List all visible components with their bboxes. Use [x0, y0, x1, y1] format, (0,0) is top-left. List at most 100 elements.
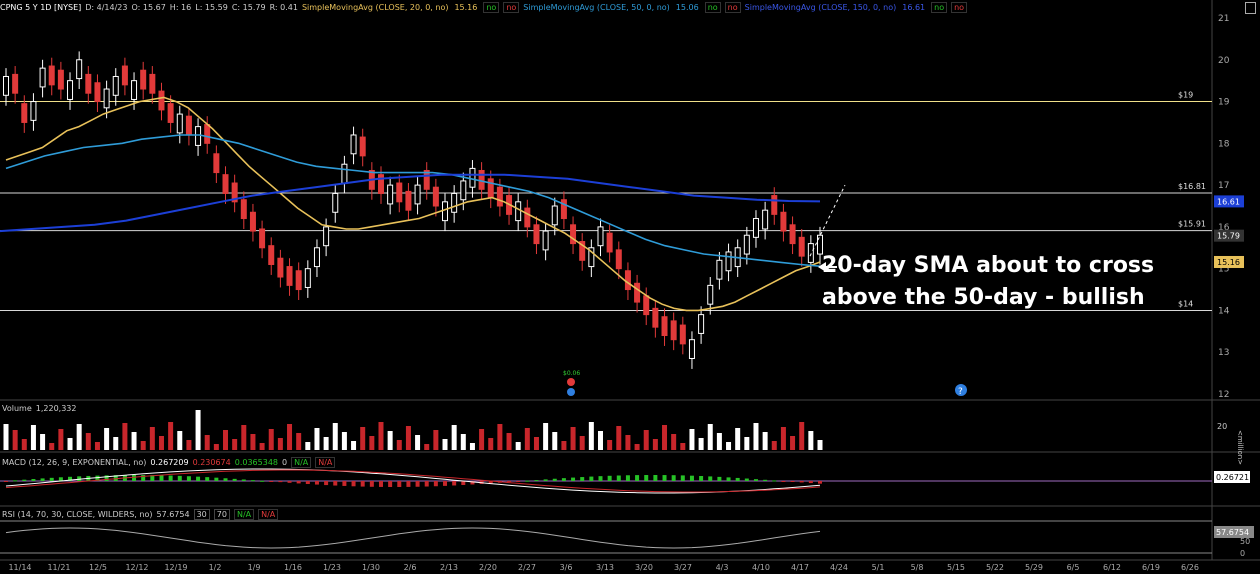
close-label: C: 15.79	[231, 2, 266, 12]
volume-bar	[277, 438, 283, 450]
candle-body	[12, 73, 19, 94]
sma20-value: 15.16	[454, 2, 478, 12]
volume-axis-label: <million>	[1236, 430, 1244, 469]
macd-v2: 0.230674	[192, 458, 231, 467]
x-tick-label: 1/23	[323, 563, 341, 572]
rsi-label: RSI (14, 70, 30, CLOSE, WILDERS, no)	[2, 510, 153, 519]
x-tick-label: 1/2	[209, 563, 222, 572]
candle-body	[3, 75, 9, 96]
y-tick-label: 19	[1218, 98, 1230, 108]
volume-bar	[250, 434, 256, 450]
candle-body	[222, 174, 229, 194]
volume-bar	[140, 441, 146, 450]
rsi-value: 57.6754	[156, 510, 190, 519]
volume-bar	[332, 423, 338, 450]
macd-label: MACD (12, 26, 9, EXPONENTIAL, no)	[2, 458, 147, 467]
macd-bar	[689, 475, 694, 481]
x-tick-label: 2/20	[479, 563, 497, 572]
x-tick-label: 12/19	[164, 563, 187, 572]
volume-bar	[716, 433, 722, 450]
candle-body	[698, 314, 705, 334]
sma20-no-1[interactable]: no	[483, 1, 500, 13]
macd-bar	[296, 481, 301, 484]
volume-axis-text: <million>	[1236, 430, 1244, 466]
volume-bar	[497, 424, 503, 450]
candle-body	[615, 249, 622, 270]
macd-bar	[781, 481, 786, 482]
y-tick-label: 14	[1218, 306, 1230, 316]
sma150-label[interactable]: SimpleMovingAvg (CLOSE, 150, 0, no)	[745, 3, 897, 12]
x-tick-label: 5/1	[872, 563, 885, 572]
price-label: 15.16	[1217, 258, 1240, 267]
x-tick-label: 5/15	[947, 563, 965, 572]
x-tick-label: 2/13	[440, 563, 458, 572]
macd-bar	[49, 477, 54, 481]
macd-bar	[22, 479, 27, 481]
macd-bar	[415, 481, 420, 487]
candle-body	[30, 101, 37, 121]
sma150-no-1[interactable]: no	[931, 1, 948, 13]
x-tick-label: 6/5	[1067, 563, 1080, 572]
volume-bar	[579, 436, 585, 450]
candle-body	[771, 195, 778, 215]
candle-body	[48, 65, 55, 86]
sma20-no-2[interactable]: no	[503, 1, 520, 13]
volume-bar	[204, 435, 210, 450]
volume-bar	[588, 422, 594, 450]
x-tick-label: 3/13	[596, 563, 614, 572]
volume-bar	[726, 442, 732, 450]
macd-bar	[214, 477, 219, 481]
candle-body	[94, 82, 101, 103]
symbol-label[interactable]: CPNG 5 Y 1D [NYSE]	[0, 3, 81, 12]
volume-bar	[662, 425, 668, 450]
candle-body	[780, 211, 787, 232]
candle-body	[85, 73, 92, 94]
sma150-no-2[interactable]: no	[951, 1, 968, 13]
volume-bar	[232, 439, 238, 450]
macd-bar	[726, 477, 731, 481]
sma50-no-2[interactable]: no	[724, 1, 741, 13]
x-tick-label: 4/17	[791, 563, 809, 572]
macd-bar	[744, 478, 749, 481]
candle-body	[798, 236, 805, 257]
candle-body	[57, 69, 64, 90]
volume-bar	[561, 441, 567, 450]
price-label: 16.61	[1217, 197, 1240, 206]
candle-body	[606, 232, 613, 253]
rsi-na-1[interactable]: N/A	[233, 509, 255, 520]
volume-bar	[762, 432, 768, 450]
volume-bar	[442, 439, 448, 450]
macd-bar	[452, 481, 457, 486]
y-tick-label: 17	[1218, 181, 1229, 191]
macd-na-1[interactable]: N/A	[291, 457, 312, 468]
candle-body	[679, 324, 686, 345]
annotation-line-2: above the 50-day - bullish	[822, 285, 1145, 310]
volume-bar	[58, 429, 64, 450]
x-tick-label: 4/3	[716, 563, 729, 572]
candle-body	[204, 124, 211, 144]
volume-bar	[506, 433, 512, 450]
volume-bar	[369, 436, 375, 450]
candle-body	[185, 115, 192, 136]
open-label: O: 15.67	[131, 2, 166, 12]
volume-bar	[451, 425, 457, 450]
sma50-no-1[interactable]: no	[704, 1, 721, 13]
volume-bar	[671, 434, 677, 450]
macd-bar	[589, 476, 594, 481]
volume-bar	[131, 432, 137, 450]
macd-bar	[287, 481, 292, 483]
candle-body	[332, 192, 339, 213]
settings-icon[interactable]	[1245, 2, 1256, 14]
sma20-label[interactable]: SimpleMovingAvg (CLOSE, 20, 0, no)	[302, 3, 449, 12]
macd-bar	[433, 481, 438, 487]
rsi-value-text: 57.6754	[1216, 528, 1249, 537]
sma50-label[interactable]: SimpleMovingAvg (CLOSE, 50, 0, no)	[523, 3, 670, 12]
volume-bar	[351, 441, 357, 450]
sma50-value: 15.06	[675, 2, 699, 12]
candle-body	[597, 226, 604, 247]
macd-bar	[644, 475, 649, 481]
candle-body	[634, 282, 641, 303]
rsi-na-2[interactable]: N/A	[258, 509, 279, 520]
volume-value: 1,220,332	[35, 404, 77, 413]
macd-na-2[interactable]: N/A	[315, 457, 336, 468]
